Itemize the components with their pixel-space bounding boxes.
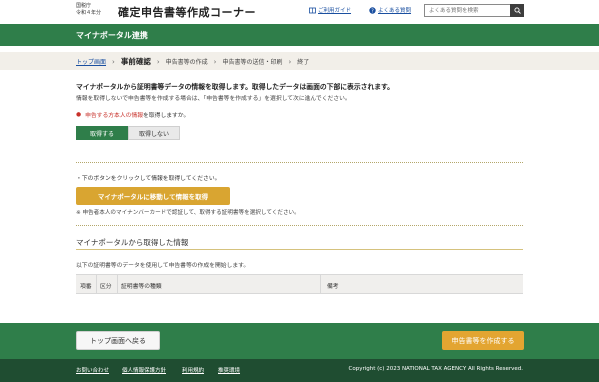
step-finish: 終了 — [297, 59, 310, 66]
chevron-right-icon: › — [112, 57, 115, 66]
agency-logo[interactable]: 国税庁 令和４年分 — [76, 3, 101, 17]
search-input[interactable] — [425, 5, 509, 16]
column-category: 区分 — [100, 284, 112, 290]
step-precheck: 事前確認 — [120, 57, 151, 66]
environment-link[interactable]: 推奨環境 — [218, 366, 240, 374]
privacy-link[interactable]: 個人情報保護方針 — [122, 366, 166, 374]
faq-search — [424, 4, 524, 17]
chevron-right-icon: › — [156, 57, 160, 66]
question-highlight: 申告する方本人の情報 — [85, 113, 144, 119]
page-title: マイナポータル連携 — [76, 31, 148, 40]
copyright: Copyright (c) 2023 NATIONAL TAX AGENCY A… — [348, 366, 523, 372]
acquire-toggle: 取得する 取得しない — [76, 126, 180, 140]
main-subtext: 情報を取得しないで申告書等を作成する場合は、「申告書等を作成する」を選択して次に… — [76, 96, 351, 102]
guide-link[interactable]: ご利用ガイド — [309, 6, 351, 14]
chevron-right-icon: › — [288, 57, 292, 66]
certificate-table-header: 項番 区分 証明書等の種類 備考 — [76, 274, 523, 294]
terms-link[interactable]: 利用規約 — [182, 366, 204, 374]
mynaportal-button[interactable]: マイナポータルに移動して情報を取得 — [76, 187, 230, 205]
column-divider — [117, 275, 118, 293]
step-send-print: 申告書等の送信・印刷 — [222, 59, 283, 66]
column-divider — [96, 275, 97, 293]
tax-year: 令和４年分 — [76, 10, 102, 16]
contact-link[interactable]: お問い合わせ — [76, 366, 109, 374]
faq-link[interactable]: ? よくある質問 — [369, 6, 411, 14]
search-icon — [513, 7, 521, 14]
question-text: を取得しますか。 — [143, 113, 190, 119]
bullet-icon: ● — [76, 111, 82, 118]
site-footer: お問い合わせ 個人情報保護方針 利用規約 推奨環境 Copyright (c) … — [0, 359, 599, 382]
acquire-no-button[interactable]: 取得しない — [128, 126, 180, 140]
column-remarks: 備考 — [327, 284, 339, 290]
instruction: ・下のボタンをクリックして情報を取得してください。 — [76, 173, 220, 182]
page-banner: マイナポータル連携 — [0, 24, 599, 46]
guide-link-label: ご利用ガイド — [318, 8, 352, 14]
column-number: 項番 — [80, 284, 92, 290]
question-icon: ? — [369, 6, 376, 14]
agency-name: 国税庁 — [76, 3, 92, 9]
instruction-text: 下のボタンをクリックして情報を取得してください。 — [81, 176, 221, 182]
column-divider — [320, 275, 321, 293]
divider — [76, 225, 523, 226]
column-type: 証明書等の種類 — [121, 284, 162, 290]
progress-steps: トップ画面 › 事前確認 › 申告書等の作成 › 申告書等の送信・印刷 › 終了 — [0, 52, 599, 70]
divider — [76, 162, 523, 163]
section-underline — [76, 249, 523, 250]
faq-link-label: よくある質問 — [378, 8, 412, 14]
site-title: 確定申告書等作成コーナー — [118, 6, 256, 19]
svg-text:?: ? — [371, 8, 374, 14]
site-header: 国税庁 令和４年分 確定申告書等作成コーナー ご利用ガイド ? よくある質問 — [0, 0, 599, 22]
section-title: マイナポータルから取得した情報 — [76, 238, 189, 247]
create-return-button[interactable]: 申告書等を作成する — [442, 331, 524, 350]
acquire-question: ● 申告する方本人の情報 を取得しますか。 — [76, 110, 190, 120]
main-heading: マイナポータルから証明書等データの情報を取得します。取得したデータは画面の下部に… — [76, 83, 394, 91]
search-button[interactable] — [510, 4, 524, 17]
step-create: 申告書等の作成 — [165, 59, 208, 66]
step-top[interactable]: トップ画面 — [76, 57, 106, 66]
book-icon — [309, 7, 316, 14]
chevron-right-icon: › — [213, 57, 217, 66]
acquire-yes-button[interactable]: 取得する — [76, 126, 128, 140]
section-subtext: 以下の証明書等のデータを使用して申告書等の作成を開始します。 — [76, 263, 250, 269]
back-to-top-button[interactable]: トップ画面へ戻る — [76, 331, 160, 350]
auth-note: ※ 申告者本人のマイナンバーカードで認証して、取得する証明書等を選択してください… — [76, 210, 300, 216]
